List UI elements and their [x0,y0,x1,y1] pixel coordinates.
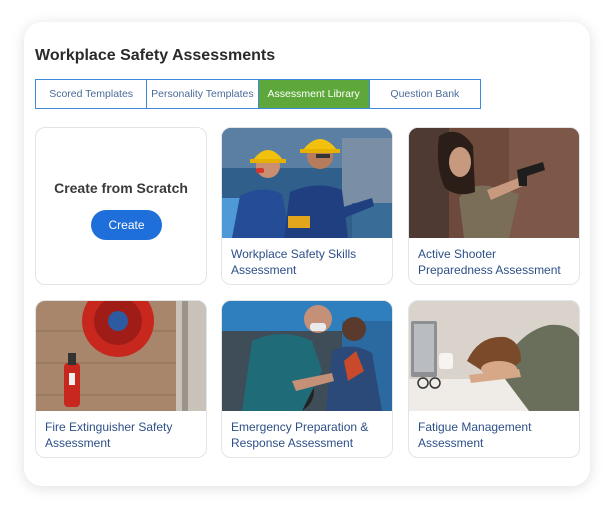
card-title-line: Emergency Preparation & [231,420,369,434]
card-title-line: Workplace Safety Skills [231,247,357,261]
card-title: Fatigue Management Assessment [418,419,573,451]
card-title-line: Preparedness Assessment [418,263,561,277]
tab-scored-templates[interactable]: Scored Templates [36,80,148,108]
create-button[interactable]: Create [91,210,162,240]
fire-extinguisher-hose-reel-photo [36,301,206,411]
card-title-line: Active Shooter [418,247,497,261]
assessment-card-active-shooter[interactable]: Active Shooter Preparedness Assessment [408,127,580,285]
tab-personality-templates[interactable]: Personality Templates [147,80,259,108]
assessment-card-fatigue-management[interactable]: Fatigue Management Assessment [408,300,580,458]
card-title: Fire Extinguisher Safety Assessment [45,419,200,451]
card-title-line: Response Assessment [231,436,354,450]
card-title: Emergency Preparation & Response Assessm… [231,419,386,451]
tab-assessment-library[interactable]: Assessment Library [258,80,370,108]
card-title-line: Fatigue Management [418,420,532,434]
card-title: Workplace Safety Skills Assessment [231,246,386,278]
card-title-line: Assessment [418,436,484,450]
assessment-card-emergency-preparation[interactable]: Emergency Preparation & Response Assessm… [221,300,393,458]
card-title: Active Shooter Preparedness Assessment [418,246,573,278]
workers-hard-hats-photo [222,128,392,238]
tab-question-bank[interactable]: Question Bank [369,80,480,108]
card-title-line: Assessment [45,436,111,450]
create-from-scratch-label: Create from Scratch [54,180,188,196]
create-from-scratch-card: Create from Scratch Create [35,127,207,285]
template-tabs: Scored Templates Personality Templates A… [35,79,481,109]
card-title-line: Fire Extinguisher Safety [45,420,173,434]
page-title: Workplace Safety Assessments [35,47,276,64]
tired-woman-at-desk-photo [409,301,579,411]
assessment-card-workplace-safety[interactable]: Workplace Safety Skills Assessment [221,127,393,285]
assessment-card-fire-extinguisher[interactable]: Fire Extinguisher Safety Assessment [35,300,207,458]
first-aid-helping-injured-photo [222,301,392,411]
woman-aiming-pistol-photo [409,128,579,238]
card-title-line: Assessment [231,263,297,277]
